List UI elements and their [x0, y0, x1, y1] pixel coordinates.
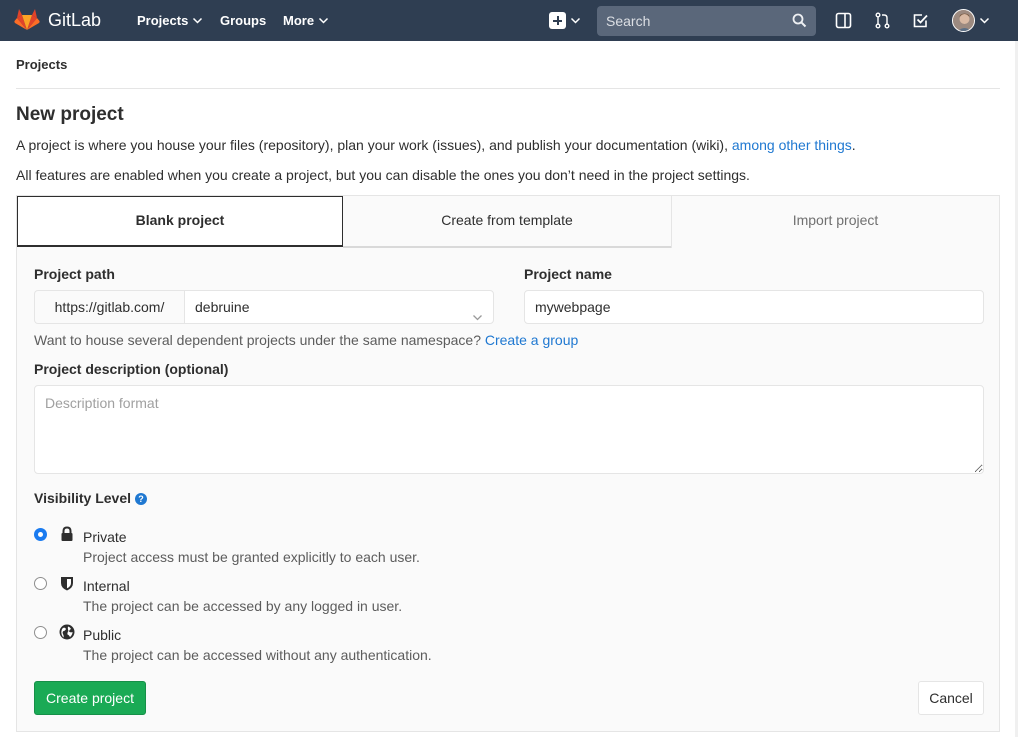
page-title: New project: [16, 104, 124, 125]
plus-icon: [549, 12, 566, 29]
divider: [16, 88, 1000, 89]
globe-icon: [59, 624, 75, 640]
visibility-public-radio[interactable]: [34, 626, 47, 639]
visibility-internal-title: Internal: [83, 578, 130, 594]
project-type-tabs: Blank project Create from template Impor…: [17, 196, 999, 248]
breadcrumb[interactable]: Projects: [16, 57, 67, 72]
search-box: [597, 6, 816, 36]
nav-projects-label: Projects: [137, 13, 189, 28]
project-path-label: Project path: [34, 266, 115, 282]
search-input[interactable]: [597, 6, 787, 36]
intro-text: A project is where you house your files …: [16, 137, 856, 153]
gitlab-home-link[interactable]: GitLab: [14, 8, 101, 33]
intro-text-end: .: [851, 137, 856, 153]
namespace-select[interactable]: debruine: [184, 290, 494, 324]
visibility-private-description: Project access must be granted explicitl…: [83, 549, 420, 565]
sidebar-toggle-icon[interactable]: [834, 11, 853, 30]
nav-projects-dropdown[interactable]: Projects: [137, 0, 203, 41]
user-avatar: [952, 9, 975, 32]
namespace-help-text: Want to house several dependent projects…: [34, 332, 578, 348]
nav-groups-link[interactable]: Groups: [220, 0, 266, 41]
nav-more-dropdown[interactable]: More: [283, 0, 329, 41]
features-text: All features are enabled when you create…: [16, 167, 750, 183]
project-description-textarea[interactable]: [34, 385, 984, 474]
chevron-down-icon: [318, 15, 329, 26]
nav-groups-label: Groups: [220, 13, 267, 28]
namespace-value: debruine: [195, 299, 250, 315]
shield-icon: [59, 575, 75, 591]
visibility-public-title: Public: [83, 627, 122, 643]
namespace-help-body: Want to house several dependent projects…: [34, 332, 481, 348]
project-name-input[interactable]: [524, 290, 984, 324]
brand-name: GitLab: [48, 10, 102, 30]
chevron-down-icon: [472, 302, 483, 321]
visibility-level-text: Visibility Level: [34, 490, 132, 506]
url-prefix: https://gitlab.com/: [34, 290, 184, 324]
chevron-down-icon: [979, 15, 990, 26]
visibility-private-radio[interactable]: [34, 528, 47, 541]
lock-icon: [59, 526, 75, 542]
gitlab-logo-icon: [14, 7, 40, 34]
create-group-link[interactable]: Create a group: [485, 332, 578, 348]
project-description-label: Project description (optional): [34, 361, 229, 377]
todos-check-icon[interactable]: [911, 11, 930, 30]
user-menu-dropdown[interactable]: [952, 9, 990, 32]
tab-create-from-template[interactable]: Create from template: [343, 196, 671, 248]
question-circle-icon[interactable]: ?: [135, 493, 148, 505]
cancel-button[interactable]: Cancel: [918, 681, 984, 715]
active-tab-underline: [17, 245, 343, 247]
create-project-button[interactable]: Create project: [34, 681, 146, 715]
merge-requests-icon[interactable]: [873, 11, 892, 30]
visibility-internal-description: The project can be accessed by any logge…: [83, 598, 403, 614]
intro-text-body: A project is where you house your files …: [16, 137, 732, 153]
project-name-label: Project name: [524, 266, 612, 282]
visibility-internal-radio[interactable]: [34, 577, 47, 590]
search-icon[interactable]: [792, 13, 807, 28]
new-item-dropdown[interactable]: [549, 12, 581, 29]
nav-more-label: More: [283, 13, 315, 28]
top-navbar: GitLab Projects Groups More: [0, 0, 1018, 41]
visibility-public-description: The project can be accessed without any …: [83, 647, 432, 663]
tab-blank-project[interactable]: Blank project: [17, 196, 343, 247]
visibility-private-title: Private: [83, 529, 127, 545]
among-other-things-link[interactable]: among other things: [732, 137, 852, 153]
tab-import-project[interactable]: Import project: [671, 196, 999, 248]
chevron-down-icon: [192, 15, 203, 26]
visibility-level-label: Visibility Level?: [34, 490, 148, 506]
new-project-panel: Blank project Create from template Impor…: [16, 195, 1000, 732]
chevron-down-icon: [570, 15, 581, 26]
